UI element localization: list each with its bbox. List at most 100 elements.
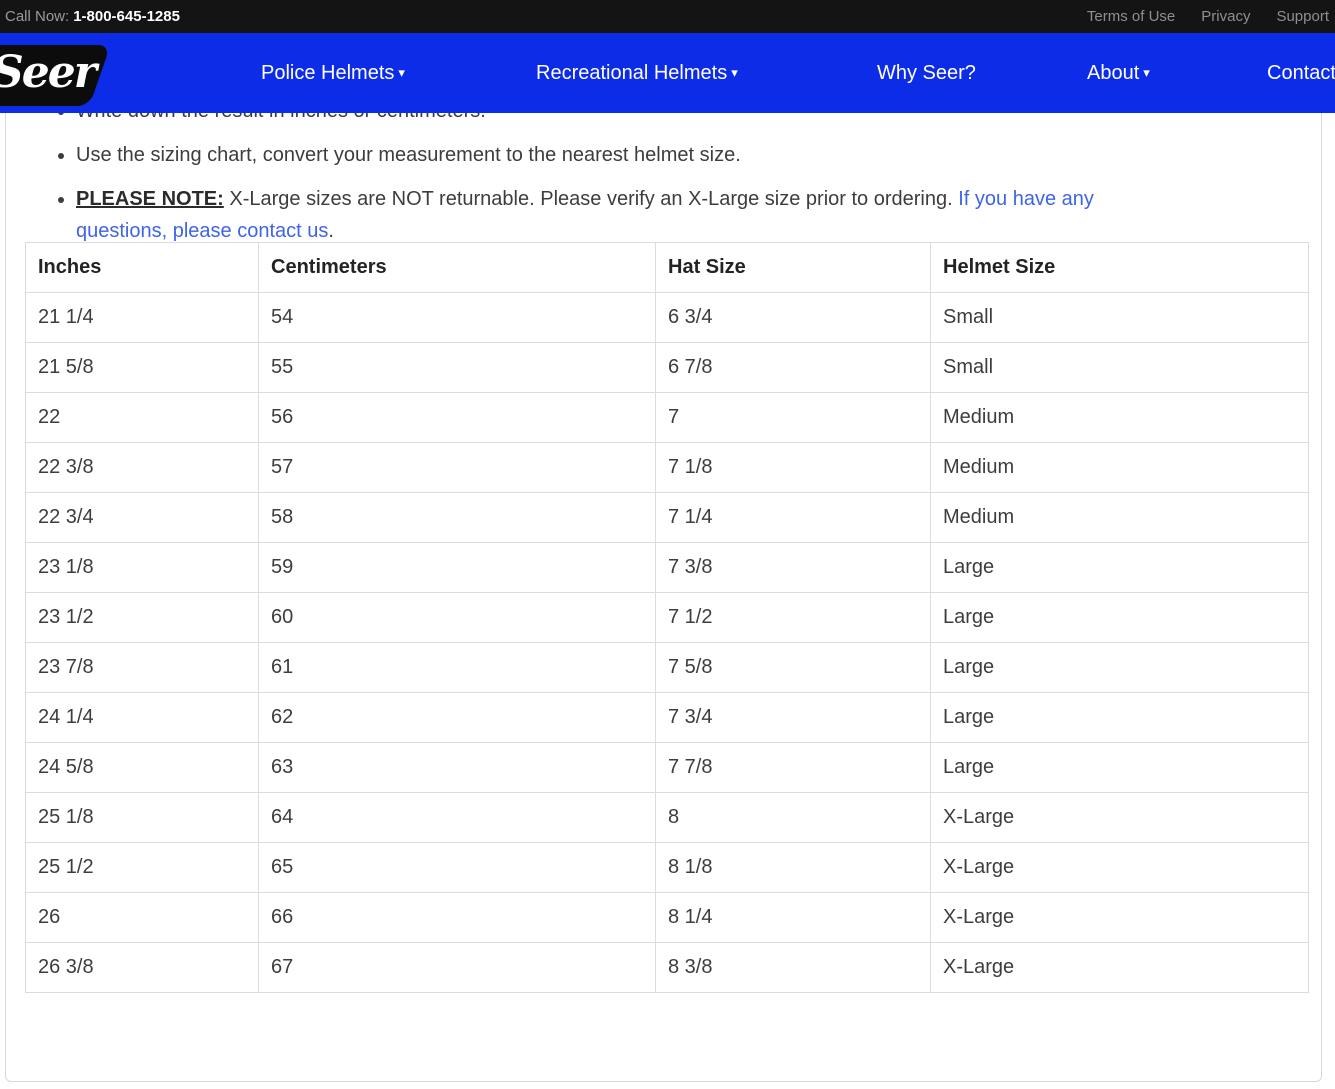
topbar-link-privacy[interactable]: Privacy	[1201, 8, 1250, 25]
main-navbar: Seer Police Helmets▾ Recreational Helmets…	[0, 33, 1335, 113]
column-header-inches: Inches	[26, 243, 259, 293]
table-cell: Medium	[931, 393, 1309, 443]
column-header-centimeters: Centimeters	[259, 243, 656, 293]
table-row: 24 1/4627 3/4Large	[26, 693, 1309, 743]
instruction-item: Use the sizing chart, convert your measu…	[76, 139, 1282, 171]
table-cell: Small	[931, 343, 1309, 393]
table-row: 22 3/8577 1/8Medium	[26, 443, 1309, 493]
nav-item-about[interactable]: About▾	[1087, 33, 1150, 113]
table-cell: 8 1/4	[656, 893, 931, 943]
table-cell: Large	[931, 743, 1309, 793]
table-cell: 7 3/8	[656, 543, 931, 593]
table-row: 25 1/2658 1/8X-Large	[26, 843, 1309, 893]
nav-item-why-seer[interactable]: Why Seer?	[877, 33, 976, 113]
table-cell: 54	[259, 293, 656, 343]
table-cell: Large	[931, 693, 1309, 743]
table-cell: 23 1/2	[26, 593, 259, 643]
table-cell: 22 3/4	[26, 493, 259, 543]
table-row: 26 3/8678 3/8X-Large	[26, 943, 1309, 993]
table-cell: 67	[259, 943, 656, 993]
table-cell: 64	[259, 793, 656, 843]
table-cell: Medium	[931, 443, 1309, 493]
table-cell: 6 7/8	[656, 343, 931, 393]
table-cell: Large	[931, 593, 1309, 643]
table-cell: 26	[26, 893, 259, 943]
table-cell: 21 5/8	[26, 343, 259, 393]
table-cell: 63	[259, 743, 656, 793]
table-row: 22567Medium	[26, 393, 1309, 443]
table-cell: 56	[259, 393, 656, 443]
phone-number: 1-800-645-1285	[73, 8, 180, 25]
seer-logo-text[interactable]: Seer	[0, 47, 95, 99]
table-cell: 7 5/8	[656, 643, 931, 693]
please-note-label: PLEASE NOTE:	[76, 188, 224, 210]
table-cell: 66	[259, 893, 656, 943]
table-cell: 8	[656, 793, 931, 843]
table-cell: 26 3/8	[26, 943, 259, 993]
chevron-down-icon: ▾	[1143, 65, 1150, 80]
table-cell: 7 3/4	[656, 693, 931, 743]
table-row: 26668 1/4X-Large	[26, 893, 1309, 943]
table-cell: 7 1/4	[656, 493, 931, 543]
note-suffix: .	[328, 220, 334, 242]
table-cell: Large	[931, 643, 1309, 693]
table-cell: 22	[26, 393, 259, 443]
table-cell: 7 7/8	[656, 743, 931, 793]
instruction-text: Use the sizing chart, convert your measu…	[76, 144, 741, 166]
table-row: 22 3/4587 1/4Medium	[26, 493, 1309, 543]
table-cell: 57	[259, 443, 656, 493]
table-cell: Small	[931, 293, 1309, 343]
nav-item-police-helmets[interactable]: Police Helmets▾	[261, 33, 405, 113]
table-row: 25 1/8648X-Large	[26, 793, 1309, 843]
table-row: 23 1/8597 3/8Large	[26, 543, 1309, 593]
table-cell: 7	[656, 393, 931, 443]
table-cell: 24 1/4	[26, 693, 259, 743]
table-cell: X-Large	[931, 793, 1309, 843]
table-cell: Medium	[931, 493, 1309, 543]
table-cell: Large	[931, 543, 1309, 593]
table-cell: 62	[259, 693, 656, 743]
table-cell: 22 3/8	[26, 443, 259, 493]
table-cell: 8 3/8	[656, 943, 931, 993]
table-cell: X-Large	[931, 843, 1309, 893]
table-cell: 23 7/8	[26, 643, 259, 693]
table-cell: 25 1/8	[26, 793, 259, 843]
sizing-chart-table: InchesCentimetersHat SizeHelmet Size 21 …	[25, 242, 1309, 993]
table-cell: 7 1/8	[656, 443, 931, 493]
table-cell: 60	[259, 593, 656, 643]
topbar-links: Terms of Use Privacy Support	[1087, 8, 1329, 25]
table-cell: 6 3/4	[656, 293, 931, 343]
chevron-down-icon: ▾	[398, 65, 405, 80]
column-header-hat-size: Hat Size	[656, 243, 931, 293]
call-now-label: Call Now:	[5, 8, 69, 25]
table-cell: 24 5/8	[26, 743, 259, 793]
table-cell: X-Large	[931, 893, 1309, 943]
table-cell: 25 1/2	[26, 843, 259, 893]
table-cell: X-Large	[931, 943, 1309, 993]
table-body: 21 1/4546 3/4Small21 5/8556 7/8Small2256…	[26, 293, 1309, 993]
table-cell: 65	[259, 843, 656, 893]
column-header-helmet-size: Helmet Size	[931, 243, 1309, 293]
sizing-instructions: Write down the result in inches or centi…	[32, 95, 1282, 259]
table-row: 21 5/8556 7/8Small	[26, 343, 1309, 393]
topbar-link-terms-of-use[interactable]: Terms of Use	[1087, 8, 1175, 25]
topbar-link-support[interactable]: Support	[1276, 8, 1329, 25]
table-cell: 8 1/8	[656, 843, 931, 893]
table-cell: 55	[259, 343, 656, 393]
nav-item-contact[interactable]: Contact	[1267, 33, 1335, 113]
chevron-down-icon: ▾	[731, 65, 738, 80]
call-now: Call Now:1-800-645-1285	[5, 8, 180, 25]
table-cell: 21 1/4	[26, 293, 259, 343]
table-row: 24 5/8637 7/8Large	[26, 743, 1309, 793]
utility-topbar: Call Now:1-800-645-1285 Terms of Use Priv…	[0, 0, 1335, 33]
table-cell: 58	[259, 493, 656, 543]
table-header-row: InchesCentimetersHat SizeHelmet Size	[26, 243, 1309, 293]
table-row: 23 1/2607 1/2Large	[26, 593, 1309, 643]
nav-item-recreational-helmets[interactable]: Recreational Helmets▾	[536, 33, 738, 113]
table-cell: 7 1/2	[656, 593, 931, 643]
table-cell: 23 1/8	[26, 543, 259, 593]
table-row: 21 1/4546 3/4Small	[26, 293, 1309, 343]
note-text: X-Large sizes are NOT returnable. Please…	[224, 188, 958, 210]
table-cell: 61	[259, 643, 656, 693]
instruction-note-item: PLEASE NOTE: X-Large sizes are NOT retur…	[76, 183, 1136, 247]
